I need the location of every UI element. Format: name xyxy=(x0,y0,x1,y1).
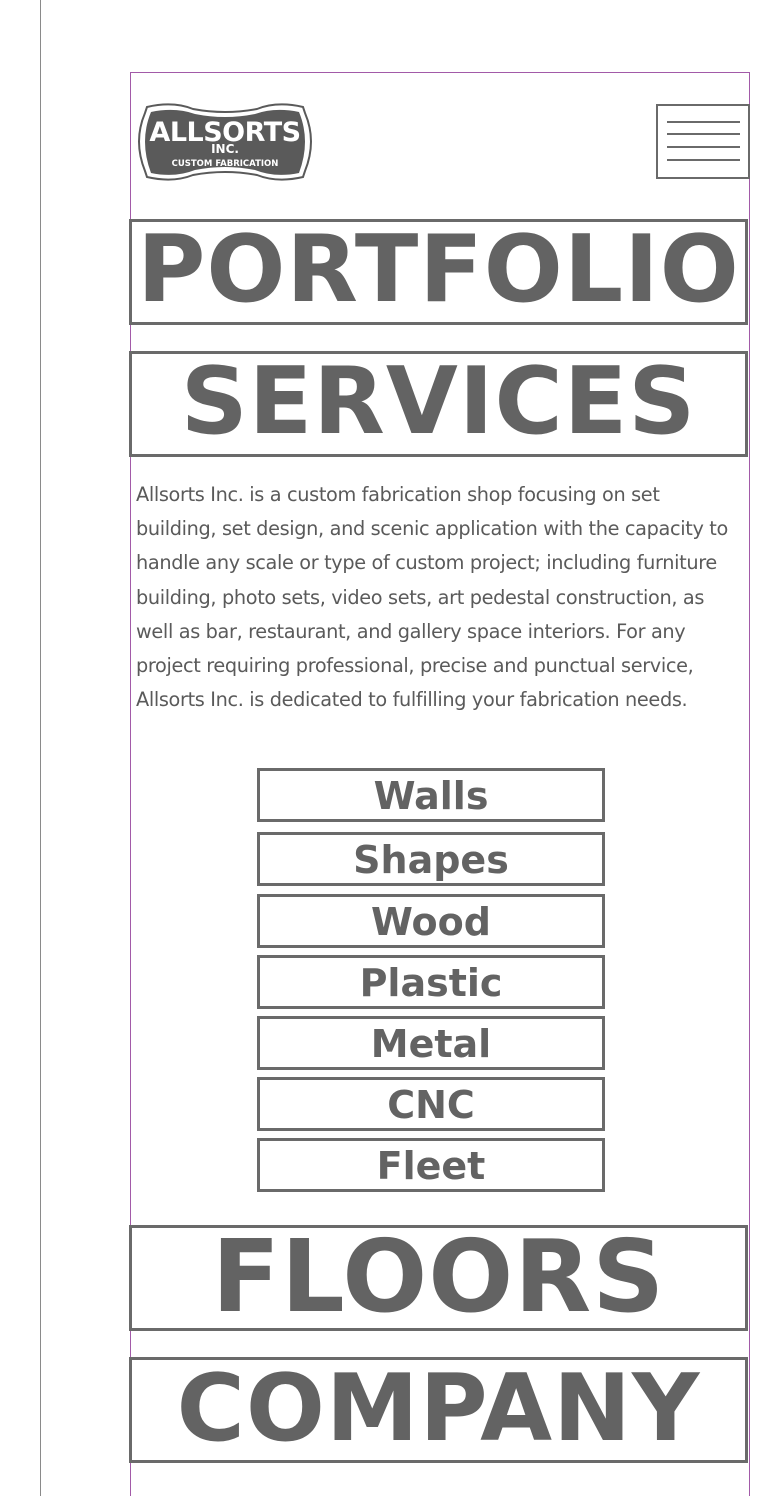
nav-portfolio-button[interactable]: PORTFOLIO xyxy=(129,219,748,325)
nav-portfolio-label: PORTFOLIO xyxy=(137,219,740,323)
nav-floors-label: FLOORS xyxy=(211,1225,666,1331)
logo-badge-icon: ALLSORTS INC. CUSTOM FABRICATION xyxy=(138,103,312,181)
logo-tagline: CUSTOM FABRICATION xyxy=(172,159,279,169)
service-label: CNC xyxy=(387,1083,475,1127)
service-label: Plastic xyxy=(359,961,503,1005)
service-wood-button[interactable]: Wood xyxy=(257,894,605,948)
nav-services-label: SERVICES xyxy=(180,351,697,455)
service-label: Wood xyxy=(371,900,491,944)
nav-company-button[interactable]: COMPANY xyxy=(129,1357,748,1463)
nav-services-button[interactable]: SERVICES xyxy=(129,351,748,457)
logo-inc: INC. xyxy=(211,142,239,156)
service-fleet-button[interactable]: Fleet xyxy=(257,1138,605,1192)
allsorts-logo[interactable]: ALLSORTS INC. CUSTOM FABRICATION xyxy=(133,101,317,184)
service-label: Shapes xyxy=(353,838,509,882)
service-plastic-button[interactable]: Plastic xyxy=(257,955,605,1009)
nav-company-label: COMPANY xyxy=(176,1357,701,1462)
hamburger-menu-button[interactable] xyxy=(656,104,750,179)
service-walls-button[interactable]: Walls xyxy=(257,768,605,822)
service-shapes-button[interactable]: Shapes xyxy=(257,832,605,886)
service-label: Metal xyxy=(370,1022,492,1066)
service-metal-button[interactable]: Metal xyxy=(257,1016,605,1070)
service-label: Walls xyxy=(373,774,489,818)
nav-floors-button[interactable]: FLOORS xyxy=(129,1225,748,1331)
service-cnc-button[interactable]: CNC xyxy=(257,1077,605,1131)
page-guide-line xyxy=(40,0,41,1496)
service-label: Fleet xyxy=(376,1144,486,1188)
services-intro-text: Allsorts Inc. is a custom fabrication sh… xyxy=(136,483,728,712)
